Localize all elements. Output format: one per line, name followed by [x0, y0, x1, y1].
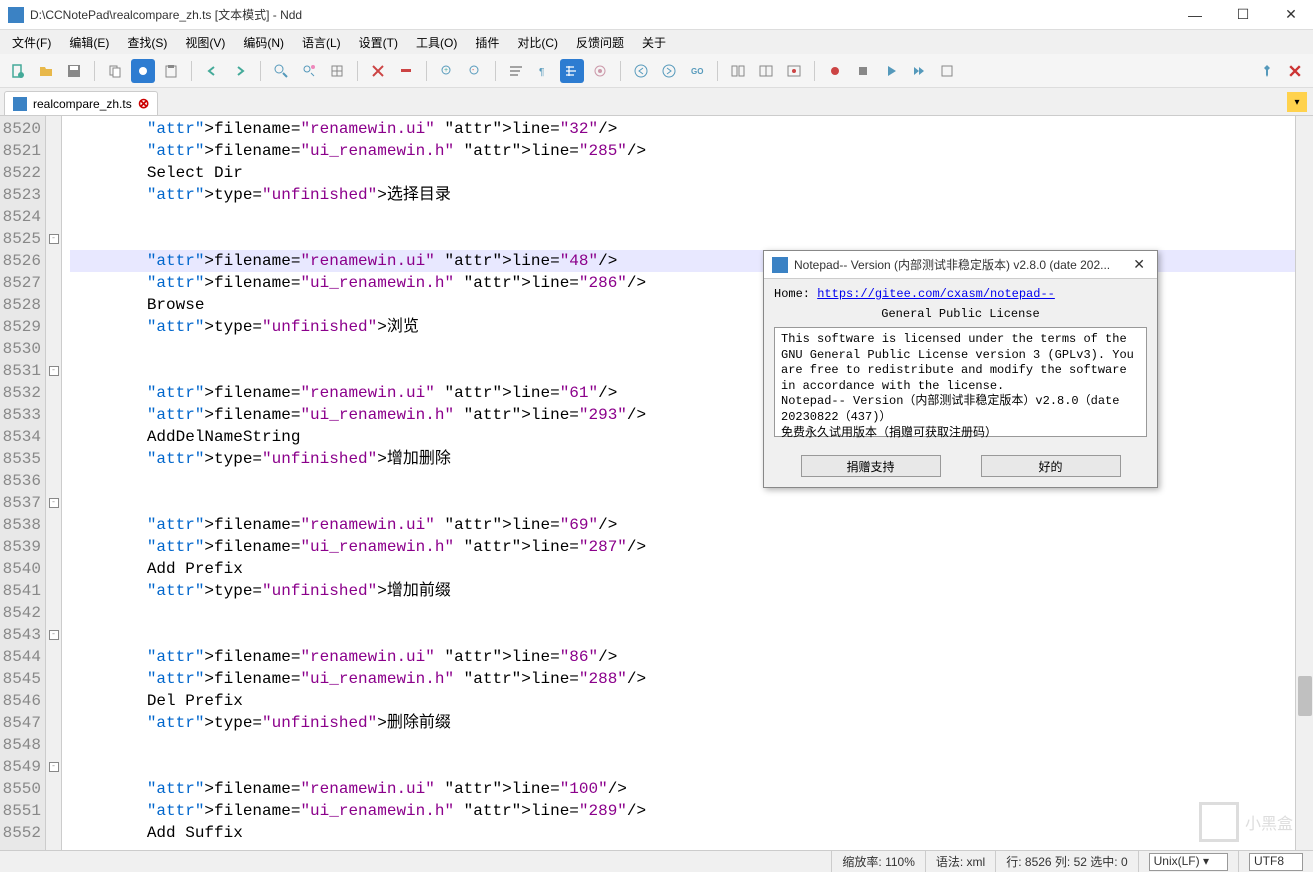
svg-text:¶: ¶: [539, 67, 544, 78]
status-syntax: 语法: xml: [925, 851, 995, 872]
highlight-button[interactable]: [131, 59, 155, 83]
menu-item[interactable]: 语言(L): [294, 32, 349, 53]
menu-item[interactable]: 反馈问题: [568, 32, 632, 53]
window-controls: — ☐ ✕: [1181, 5, 1305, 25]
menu-item[interactable]: 对比(C): [509, 32, 566, 53]
save-button[interactable]: [62, 59, 86, 83]
donate-button[interactable]: 捐赠支持: [801, 455, 941, 477]
tab-close-icon[interactable]: ⊗: [138, 95, 150, 112]
clear-button[interactable]: [366, 59, 390, 83]
mark-button[interactable]: [325, 59, 349, 83]
window-title: D:\CCNotePad\realcompare_zh.ts [文本模式] - …: [30, 6, 1181, 23]
record-button[interactable]: [823, 59, 847, 83]
dialog-titlebar[interactable]: Notepad-- Version (内部测试非稳定版本) v2.8.0 (da…: [764, 251, 1157, 279]
statusbar: 缩放率: 110% 语法: xml 行: 8526 列: 52 选中: 0 Un…: [0, 850, 1313, 872]
maximize-button[interactable]: ☐: [1229, 5, 1257, 25]
code-area[interactable]: "attr">filename="renamewin.ui" "attr">li…: [62, 116, 1313, 872]
dialog-buttons: 捐赠支持 好的: [764, 445, 1157, 487]
fast-button[interactable]: [907, 59, 931, 83]
tabbar: realcompare_zh.ts ⊗ ▾: [0, 88, 1313, 116]
dialog-gpl-heading: General Public License: [774, 307, 1147, 321]
menubar: 文件(F)编辑(E)查找(S)视图(V)编码(N)语言(L)设置(T)工具(O)…: [0, 30, 1313, 54]
play-button[interactable]: [879, 59, 903, 83]
status-zoom: 缩放率: 110%: [831, 851, 924, 872]
menu-item[interactable]: 编码(N): [235, 32, 292, 53]
file-icon: [13, 97, 27, 111]
ok-button[interactable]: 好的: [981, 455, 1121, 477]
menu-item[interactable]: 查找(S): [119, 32, 175, 53]
svg-text:GO: GO: [691, 67, 703, 76]
symbol-button[interactable]: [588, 59, 612, 83]
save-macro-button[interactable]: [935, 59, 959, 83]
dialog-close-button[interactable]: ✕: [1129, 256, 1149, 273]
copy-button[interactable]: [103, 59, 127, 83]
dialog-title: Notepad-- Version (内部测试非稳定版本) v2.8.0 (da…: [794, 256, 1129, 273]
titlebar: D:\CCNotePad\realcompare_zh.ts [文本模式] - …: [0, 0, 1313, 30]
menu-item[interactable]: 工具(O): [408, 32, 465, 53]
show-all-button[interactable]: ¶: [532, 59, 556, 83]
tab-label: realcompare_zh.ts: [33, 97, 132, 111]
redo-button[interactable]: [228, 59, 252, 83]
stop-button[interactable]: [851, 59, 875, 83]
dialog-home: Home: https://gitee.com/cxasm/notepad--: [774, 287, 1147, 301]
undo-button[interactable]: [200, 59, 224, 83]
fold-gutter[interactable]: -----: [46, 116, 62, 872]
scrollbar-thumb[interactable]: [1298, 676, 1312, 716]
home-label: Home:: [774, 287, 817, 301]
svg-text:+: +: [444, 67, 448, 74]
menu-item[interactable]: 视图(V): [177, 32, 233, 53]
wrap-button[interactable]: [504, 59, 528, 83]
dialog-license-text[interactable]: This software is licensed under the term…: [774, 327, 1147, 437]
indent-guide-button[interactable]: [560, 59, 584, 83]
editor[interactable]: 8520852185228523852485258526852785288529…: [0, 116, 1313, 872]
next-button[interactable]: [657, 59, 681, 83]
status-encoding[interactable]: UTF8: [1238, 851, 1313, 872]
menu-item[interactable]: 插件: [467, 32, 507, 53]
dialog-icon: [772, 257, 788, 273]
open-file-button[interactable]: [34, 59, 58, 83]
split-button[interactable]: [726, 59, 750, 83]
paste-button[interactable]: [159, 59, 183, 83]
close-all-button[interactable]: [1283, 59, 1307, 83]
menu-item[interactable]: 文件(F): [4, 32, 59, 53]
line-number-gutter: 8520852185228523852485258526852785288529…: [0, 116, 46, 872]
app-icon: [8, 7, 24, 23]
menu-item[interactable]: 编辑(E): [61, 32, 117, 53]
new-file-button[interactable]: [6, 59, 30, 83]
clear-all-button[interactable]: [394, 59, 418, 83]
about-dialog: Notepad-- Version (内部测试非稳定版本) v2.8.0 (da…: [763, 250, 1158, 488]
status-eol[interactable]: Unix(LF) ▾: [1138, 851, 1238, 872]
home-link[interactable]: https://gitee.com/cxasm/notepad--: [817, 287, 1055, 301]
toolbar: + - ¶ GO: [0, 54, 1313, 88]
compare-button[interactable]: [754, 59, 778, 83]
replace-button[interactable]: [297, 59, 321, 83]
status-position: 行: 8526 列: 52 选中: 0: [995, 851, 1137, 872]
close-button[interactable]: ✕: [1277, 5, 1305, 25]
prev-button[interactable]: [629, 59, 653, 83]
pin-button[interactable]: [1255, 59, 1279, 83]
zoom-in-button[interactable]: +: [435, 59, 459, 83]
dialog-body: Home: https://gitee.com/cxasm/notepad-- …: [764, 279, 1157, 445]
file-tab[interactable]: realcompare_zh.ts ⊗: [4, 91, 158, 115]
sync-button[interactable]: [782, 59, 806, 83]
svg-text:-: -: [472, 67, 475, 74]
menu-item[interactable]: 关于: [634, 32, 674, 53]
tab-overflow-button[interactable]: ▾: [1287, 92, 1307, 112]
zoom-out-button[interactable]: -: [463, 59, 487, 83]
menu-item[interactable]: 设置(T): [351, 32, 406, 53]
find-button[interactable]: [269, 59, 293, 83]
vertical-scrollbar[interactable]: [1295, 116, 1313, 872]
goto-button[interactable]: GO: [685, 59, 709, 83]
minimize-button[interactable]: —: [1181, 5, 1209, 25]
